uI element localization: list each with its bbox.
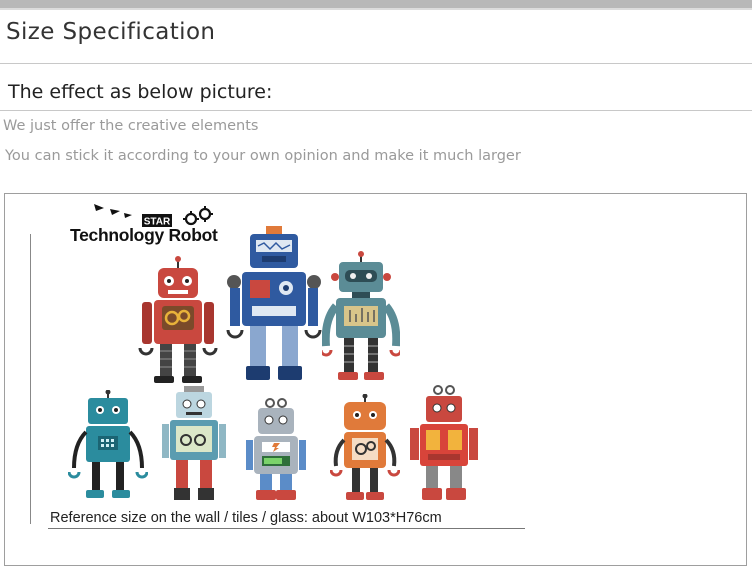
grey-robot-illustration xyxy=(246,398,306,500)
measure-line-vertical xyxy=(30,234,31,524)
gear-icon xyxy=(184,207,212,226)
red-robot-small-illustration xyxy=(410,385,478,500)
measure-line-horizontal xyxy=(48,528,525,529)
section-title: Size Specification xyxy=(6,19,216,45)
blue-robot-illustration xyxy=(226,226,322,380)
gear-teeth xyxy=(183,206,213,222)
divider xyxy=(0,63,752,64)
flag-icon xyxy=(94,204,104,211)
effect-heading: The effect as below picture: xyxy=(8,81,273,103)
logo-title: Technology Robot xyxy=(70,225,218,245)
divider xyxy=(0,110,752,111)
orange-robot-illustration xyxy=(330,394,400,500)
note-line: We just offer the creative elements xyxy=(3,118,259,134)
note-line: You can stick it according to your own o… xyxy=(5,148,521,164)
red-robot-illustration xyxy=(138,256,218,383)
top-border-shadow xyxy=(0,8,752,10)
teal-robot-illustration xyxy=(322,251,400,380)
top-border xyxy=(0,0,752,8)
reference-size-caption: Reference size on the wall / tiles / gla… xyxy=(50,510,442,526)
flag-icon xyxy=(110,209,120,215)
pale-blue-robot-illustration xyxy=(162,386,226,500)
flag-icon xyxy=(124,213,132,218)
cyan-robot-illustration xyxy=(68,390,148,498)
